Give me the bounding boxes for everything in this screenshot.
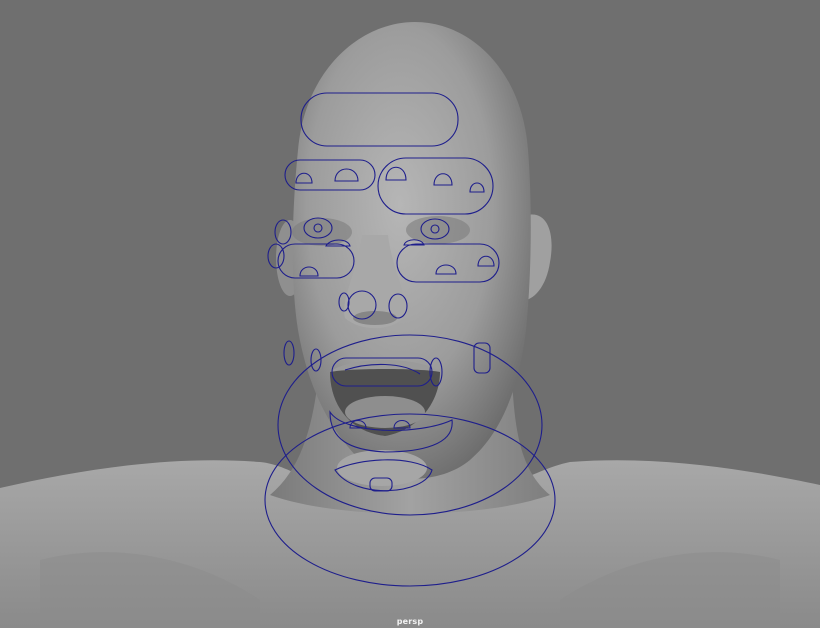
eye-socket-left [292, 218, 352, 246]
corner-mouth-control-left[interactable] [283, 340, 295, 366]
3d-viewport[interactable]: persp [0, 0, 820, 628]
tongue-mesh [345, 396, 425, 428]
chin-mesh [337, 450, 427, 486]
scene-render[interactable] [0, 0, 820, 628]
camera-name-label: persp [396, 617, 424, 626]
